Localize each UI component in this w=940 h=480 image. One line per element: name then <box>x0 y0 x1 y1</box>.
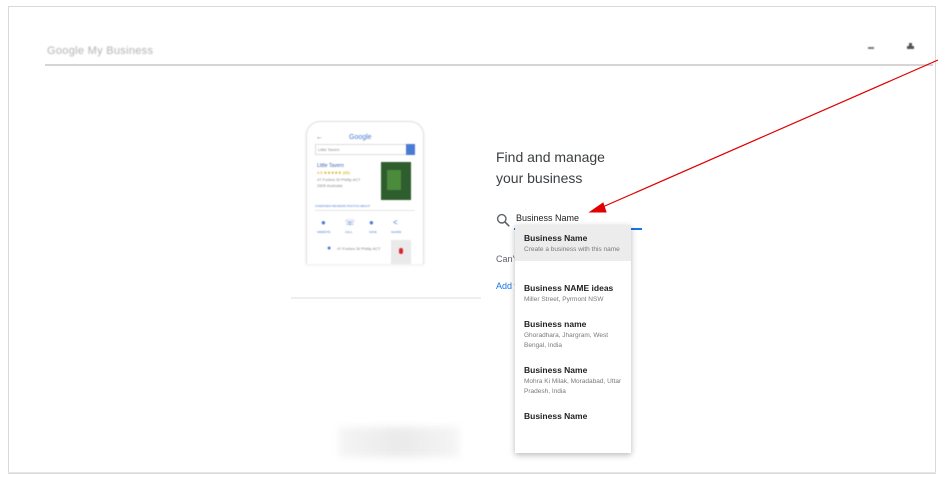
heading-line-2: your business <box>496 170 583 186</box>
phone-address: 47 Forbes St Phillip ACT <box>317 177 361 182</box>
share-icon: < <box>393 218 398 227</box>
phone-tabs: OVERVIEW REVIEWS PHOTOS ABOUT <box>315 204 415 211</box>
save-icon: ● <box>369 218 374 227</box>
website-icon: ● <box>321 218 326 227</box>
suggestion-subtitle: Create a business with this name <box>524 246 620 253</box>
phone-search-bar: Little Tavern <box>315 144 411 155</box>
footer-illustration <box>339 427 459 457</box>
call-icon: ☏ <box>345 218 356 227</box>
suggestion-subtitle: Mohra Ki Milak, Moradabad, Uttar Pradesh… <box>524 378 622 395</box>
bottom-divider <box>8 472 936 473</box>
browser-frame: Google My Business ← Google Little Taver… <box>8 6 936 474</box>
phone-hours: 2605 Australia <box>317 183 343 188</box>
search-icon <box>496 213 510 227</box>
google-logo: Google <box>349 134 372 141</box>
phone-illustration: ← Google Little Tavern Little Tavern 4.5… <box>306 121 424 264</box>
illustration-divider <box>291 297 481 299</box>
header-divider <box>45 64 933 66</box>
suggestion-item[interactable]: Business Name Create a business with thi… <box>515 225 631 261</box>
phone-rating: 4.5 ★★★★★ (85) <box>317 170 350 175</box>
back-arrow-icon: ← <box>316 134 323 141</box>
phone-map-thumbnail <box>391 240 411 264</box>
phone-action-label: WEBSITE <box>317 230 331 234</box>
product-title: Google My Business <box>47 45 154 57</box>
suggestion-item[interactable]: Business Name Mohra Ki Milak, Moradabad,… <box>515 357 631 403</box>
suggestion-subtitle: Ghoradhara, Jhargram, West Bengal, India <box>524 332 609 349</box>
phone-location-text: 47 Forbes St Phillip ACT <box>337 246 381 251</box>
suggestion-item[interactable]: Business name Ghoradhara, Jhargram, West… <box>515 311 631 357</box>
heading-line-1: Find and manage <box>496 149 605 165</box>
suggestions-dropdown: Business Name Create a business with thi… <box>515 225 631 453</box>
location-pin-icon: ● <box>327 245 332 252</box>
phone-business-name: Little Tavern <box>317 163 344 169</box>
suggestion-separator <box>515 261 631 275</box>
phone-search-text: Little Tavern <box>318 147 340 152</box>
phone-search-button <box>406 144 415 155</box>
phone-business-photo <box>381 162 411 200</box>
suggestion-item[interactable]: Business Name <box>515 403 631 429</box>
suggestion-title: Business Name <box>524 233 588 243</box>
account-icon[interactable] <box>906 41 916 51</box>
suggestion-subtitle: Miller Street, Pyrmont NSW <box>524 296 604 303</box>
phone-action-label: CALL <box>345 230 353 234</box>
suggestion-title: Business Name <box>524 365 588 375</box>
suggestion-title: Business NAME ideas <box>524 283 614 293</box>
help-icon[interactable] <box>867 41 875 51</box>
phone-action-label: SHARE <box>391 230 402 234</box>
suggestion-item[interactable]: Business NAME ideas Miller Street, Pyrmo… <box>515 275 631 311</box>
suggestion-title: Business name <box>524 319 587 329</box>
page-heading: Find and manage your business <box>496 147 666 189</box>
phone-action-label: SAVE <box>369 230 377 234</box>
suggestion-title: Business Name <box>524 411 588 421</box>
